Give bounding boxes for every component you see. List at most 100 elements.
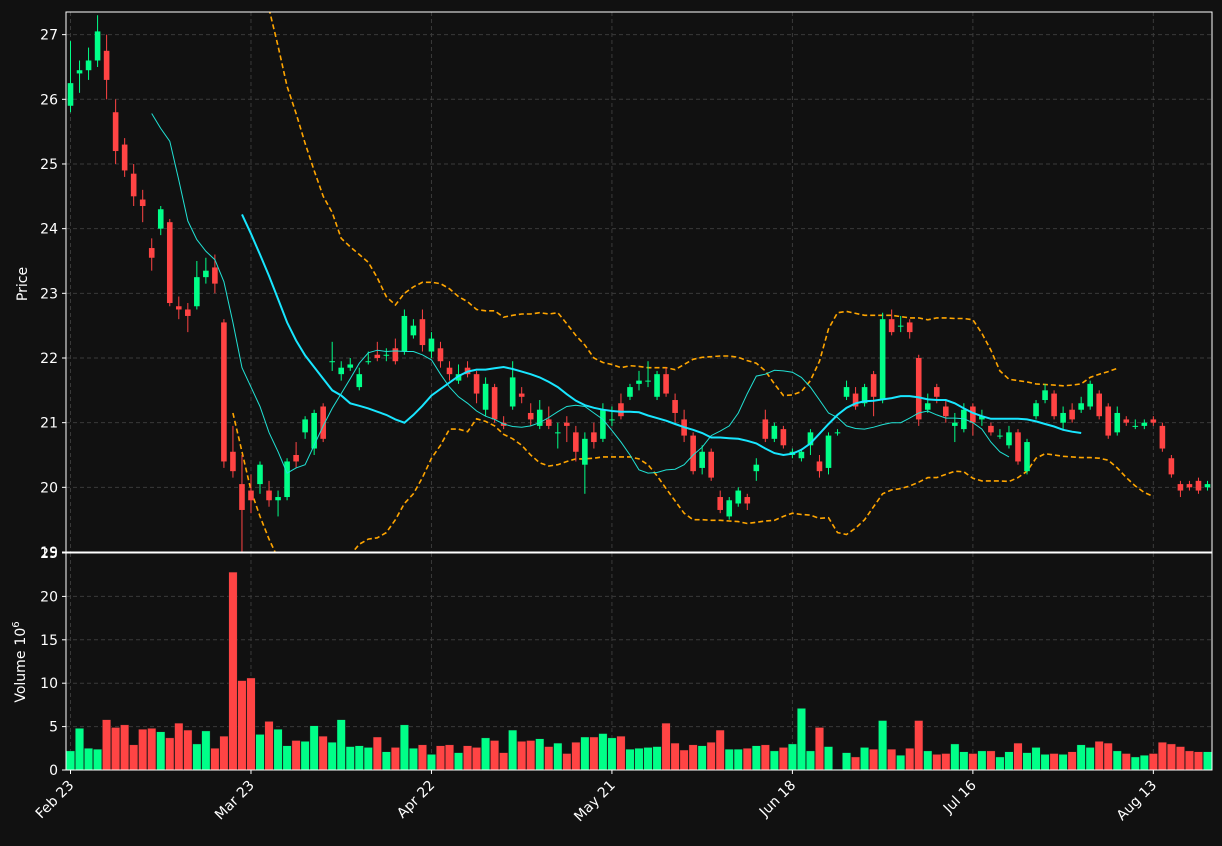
volume-bar: [977, 750, 987, 770]
candle-body: [356, 374, 363, 388]
candle-body: [1042, 390, 1048, 401]
volume-bar: [318, 735, 328, 770]
volume-bar: [851, 756, 860, 770]
volume-axis-label-scale: 10: [13, 628, 29, 646]
candle-body: [85, 60, 92, 71]
volume-bar: [986, 750, 996, 770]
candle-body: [564, 422, 570, 426]
volume-tick-label: 5: [49, 720, 58, 736]
candle-body: [1114, 412, 1121, 433]
volume-bar: [941, 753, 951, 770]
candle-body: [663, 374, 669, 394]
volume-bar: [66, 750, 75, 770]
candle-body: [1069, 409, 1075, 420]
price-tick-label: 20: [40, 480, 58, 496]
candle-body: [699, 451, 705, 468]
volume-bar: [643, 747, 653, 770]
volume-bar: [363, 747, 373, 770]
volume-bar: [120, 724, 130, 770]
volume-bar: [228, 571, 238, 770]
candle-body: [175, 306, 182, 310]
volume-bar: [210, 748, 220, 770]
volume-bar: [679, 749, 689, 770]
volume-tick-label: 20: [40, 589, 58, 605]
candle-body: [311, 412, 317, 449]
candle-body: [1096, 393, 1103, 417]
candle-body: [762, 419, 769, 439]
volume-bar: [255, 734, 265, 770]
volume-bar: [273, 729, 283, 770]
candle-body: [870, 374, 877, 397]
volume-bar: [1121, 753, 1131, 770]
candle-body: [1006, 432, 1012, 446]
candle-body: [997, 435, 1003, 437]
volume-bar: [751, 745, 761, 770]
volume-bar: [968, 753, 978, 770]
candle-body: [591, 432, 597, 443]
volume-bar: [463, 745, 472, 770]
volume-bar: [490, 740, 500, 770]
candle-body: [834, 432, 841, 434]
volume-bar: [733, 748, 743, 770]
candle-body: [139, 199, 146, 207]
candle-body: [1024, 442, 1030, 472]
candle-body: [726, 500, 733, 517]
price-tick-label: 25: [40, 157, 58, 173]
volume-bar: [670, 742, 680, 770]
candle-body: [816, 461, 823, 472]
volume-bar: [1094, 741, 1104, 770]
volume-bar: [571, 742, 581, 770]
candle-body: [609, 419, 615, 421]
volume-bar: [472, 747, 481, 770]
candle-body: [410, 325, 417, 336]
volume-bar: [923, 750, 933, 770]
candle-body: [248, 490, 254, 501]
volume-bar: [427, 754, 436, 770]
price-tick-label: 27: [40, 28, 58, 44]
candle-body: [166, 222, 173, 304]
candle-body: [446, 367, 453, 375]
candle-body: [915, 357, 922, 420]
candle-body: [518, 393, 525, 397]
stock-chart: 19 20 21 22 23 24 25 26 27 0 5 10 15 20 25 Feb 23 Mar 23…: [0, 0, 1222, 842]
candle-body: [1177, 484, 1184, 491]
candle-body: [203, 270, 209, 278]
volume-bar: [246, 677, 256, 770]
candle-body: [1087, 383, 1093, 407]
volume-bar: [959, 751, 969, 770]
volume-bar: [914, 720, 924, 770]
volume-bar: [625, 748, 635, 770]
volume-bar: [697, 745, 707, 770]
volume-bar: [1203, 751, 1212, 770]
volume-bar: [237, 680, 247, 770]
candle-body: [527, 412, 534, 420]
volume-bar: [454, 752, 463, 770]
volume-bar: [345, 746, 355, 770]
volume-bar: [1166, 743, 1176, 770]
candle-body: [401, 315, 408, 352]
candle-body: [618, 403, 624, 417]
volume-bar: [1157, 742, 1167, 770]
candle-body: [491, 387, 498, 420]
candle-body: [1033, 403, 1039, 417]
volume-axis-label-text: Volume: [13, 651, 29, 703]
volume-bar: [580, 736, 590, 770]
candle-body: [879, 319, 886, 401]
candle-body: [906, 322, 913, 333]
candle-body: [76, 70, 83, 74]
candle-body: [1150, 419, 1157, 423]
volume-bar: [372, 736, 382, 770]
candle-body: [753, 464, 760, 472]
volume-bar: [553, 742, 563, 770]
candle-body: [284, 461, 290, 498]
volume-bar: [706, 742, 716, 770]
price-tick-label: 24: [40, 222, 58, 238]
volume-bar: [742, 748, 752, 770]
candle-body: [888, 319, 895, 333]
volume-bar: [688, 744, 698, 770]
volume-bar: [201, 730, 211, 770]
volume-bar: [995, 756, 1005, 770]
volume-bar: [787, 743, 797, 770]
volume-bar: [499, 752, 509, 770]
volume-tick-label: 15: [40, 633, 58, 649]
